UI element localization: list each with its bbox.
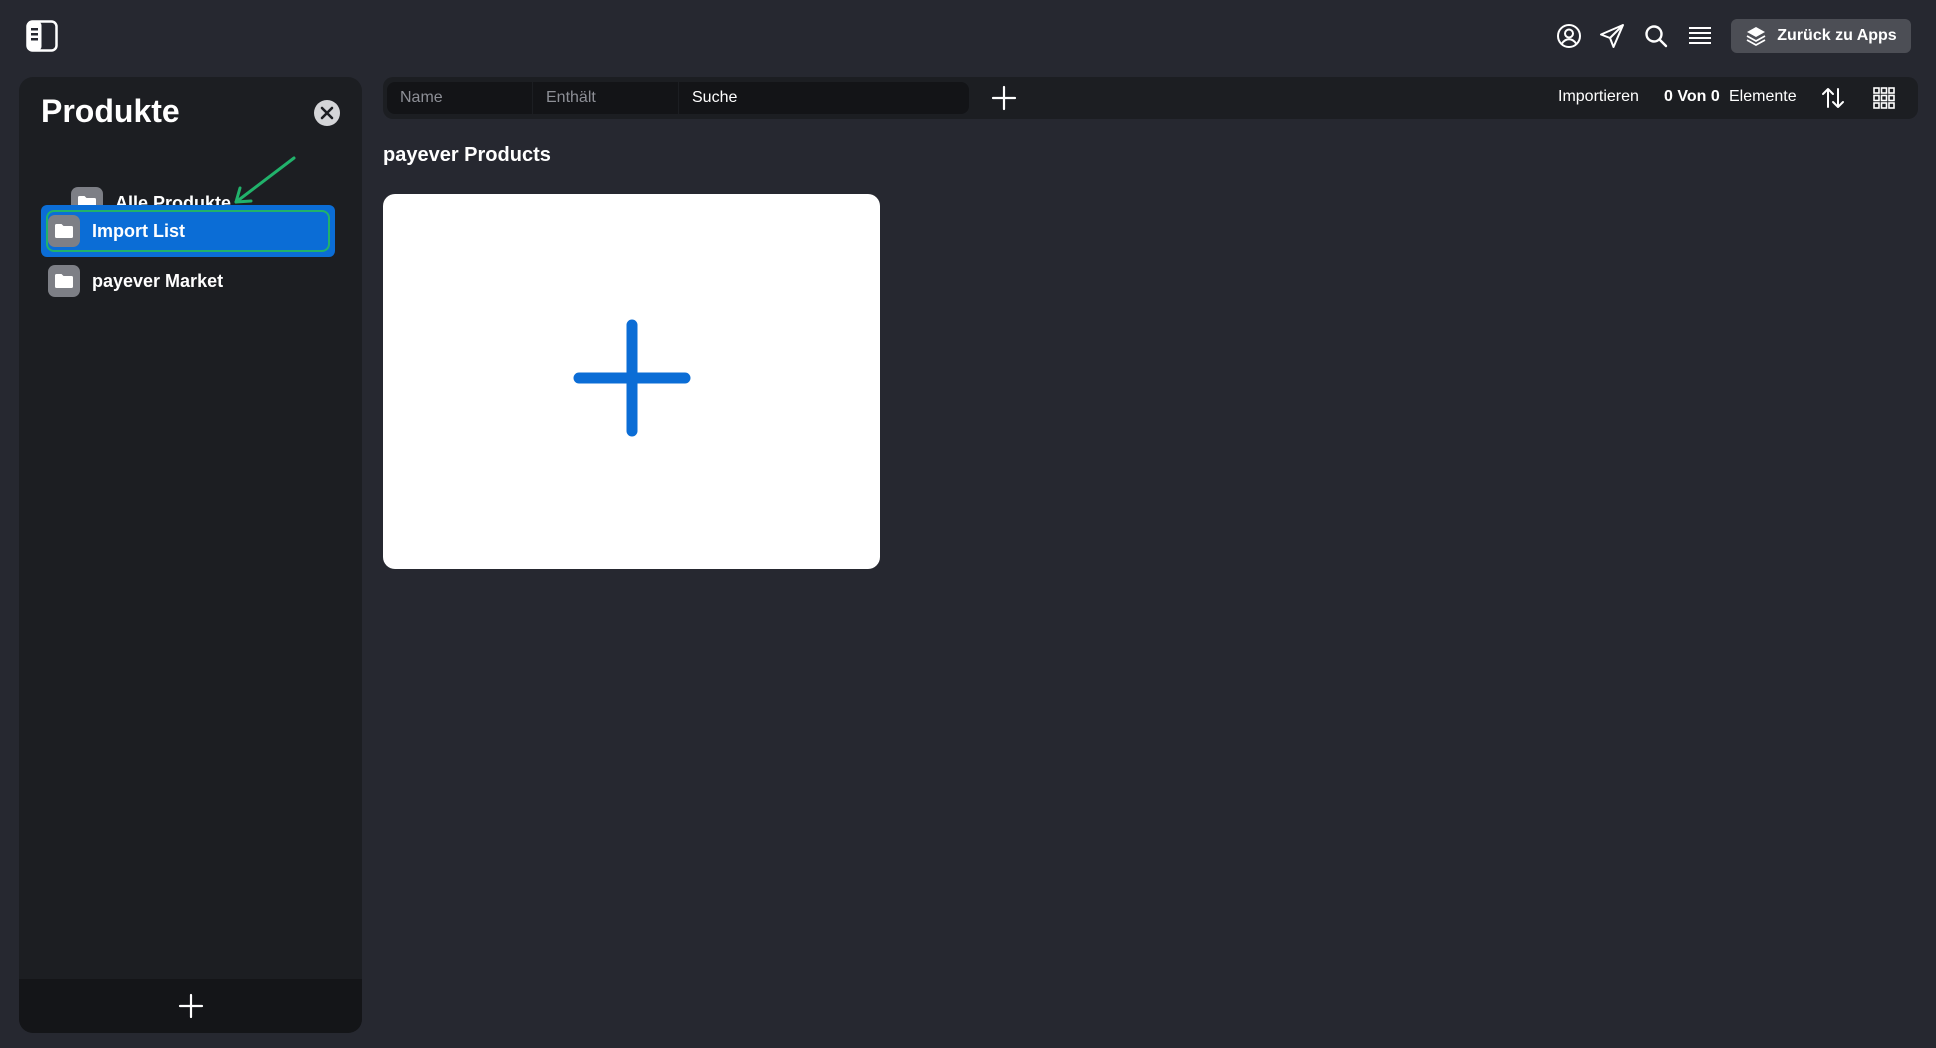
toolbar: Name Enthält Importieren 0 Von 0 Element… <box>383 77 1918 119</box>
sidebar: Produkte Alle Produkte Import List payev… <box>19 77 362 1033</box>
import-button[interactable]: Importieren <box>1558 88 1639 106</box>
folder-icon <box>48 265 80 297</box>
back-to-apps-button[interactable]: Zurück zu Apps <box>1731 19 1911 53</box>
search-icon[interactable] <box>1642 22 1670 50</box>
elements-label: Elemente <box>1729 88 1797 105</box>
filter-condition-select[interactable]: Enthält <box>533 82 678 114</box>
sidebar-item-import-list[interactable]: Import List <box>41 205 335 257</box>
search-input[interactable] <box>679 82 969 114</box>
section-title: payever Products <box>383 144 551 166</box>
menu-icon[interactable] <box>1686 22 1714 50</box>
top-bar: Zurück zu Apps <box>0 0 1936 72</box>
profile-icon[interactable] <box>1555 22 1583 50</box>
layers-icon <box>1746 27 1766 47</box>
add-folder-button[interactable] <box>19 979 362 1033</box>
send-icon[interactable] <box>1598 22 1626 50</box>
sidebar-title: Produkte <box>41 93 180 129</box>
plus-icon <box>991 85 1017 111</box>
item-count: 0 Von 0 <box>1664 88 1720 105</box>
sort-icon[interactable] <box>1820 85 1846 111</box>
plus-icon <box>573 319 690 436</box>
sidebar-toggle-icon[interactable] <box>26 20 58 52</box>
folder-icon <box>48 215 80 247</box>
sidebar-item-payever-market[interactable]: payever Market <box>41 255 335 307</box>
add-product-card[interactable] <box>383 194 880 569</box>
back-to-apps-label: Zurück zu Apps <box>1777 27 1897 44</box>
plus-icon <box>178 993 203 1019</box>
filter-field-select[interactable]: Name <box>387 82 532 114</box>
sidebar-item-label: Import List <box>92 220 185 241</box>
add-filter-button[interactable] <box>991 85 1017 111</box>
sidebar-item-label: payever Market <box>92 270 224 291</box>
close-icon[interactable] <box>313 99 341 127</box>
grid-view-icon[interactable] <box>1873 87 1895 109</box>
